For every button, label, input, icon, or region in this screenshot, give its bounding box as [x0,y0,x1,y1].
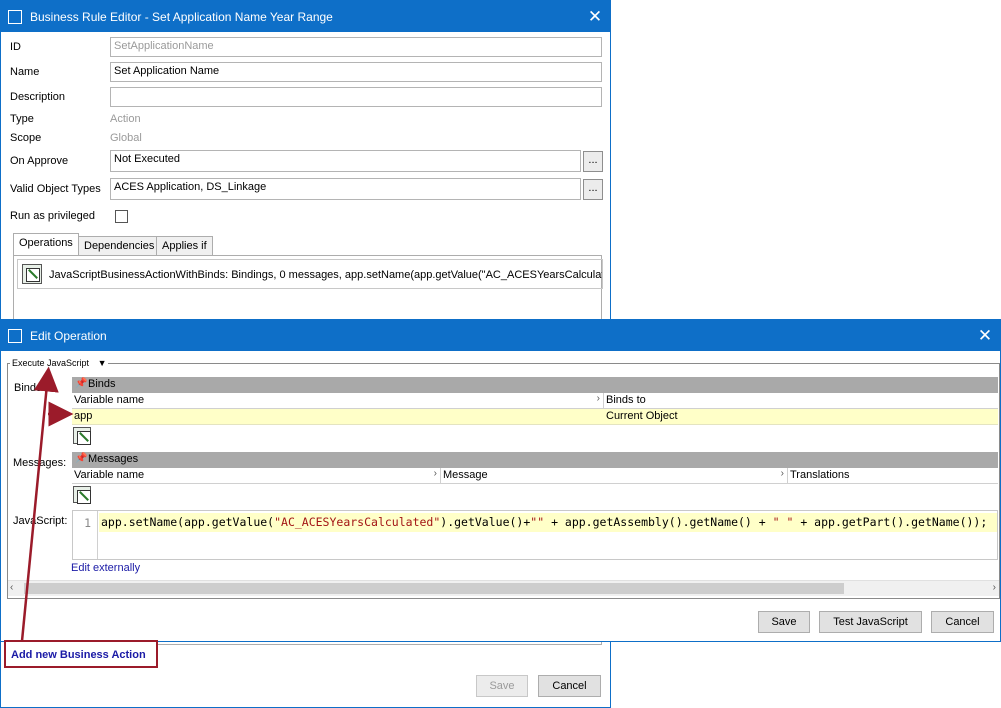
javascript-label: JavaScript: [13,515,68,527]
messages-col-message[interactable]: Message › [441,468,788,484]
chevron-right-icon: › [433,468,437,479]
name-field[interactable]: Set Application Name [110,62,602,82]
binds-col-variable[interactable]: Variable name › [72,393,604,409]
operation-list-item[interactable]: JavaScriptBusinessActionWithBinds: Bindi… [17,259,603,289]
code-string: "" [530,515,545,529]
line-number: 1 [84,516,91,530]
rule-save-button[interactable]: Save [476,675,528,697]
chevron-right-icon: › [596,393,600,404]
scroll-right-icon[interactable]: › [993,582,996,593]
scope-value: Global [110,132,142,144]
javascript-editor[interactable]: 1 app.setName(app.getValue("AC_ACESYears… [72,510,998,560]
operation-cancel-button[interactable]: Cancel [931,611,994,633]
pin-icon[interactable]: 📌 [75,453,87,464]
binds-grid-title: Binds [88,378,116,390]
tab-applies-if[interactable]: Applies if [156,236,213,257]
edit-operation-title: Edit Operation [30,328,107,343]
valid-types-label: Valid Object Types [10,183,101,195]
scope-label: Scope [10,132,42,144]
type-value: Action [110,113,141,125]
operation-type-value: Execute JavaScript [12,358,90,368]
privileged-label: Run as privileged [10,210,95,222]
code-text: ).getValue()+ [440,515,531,529]
rule-editor-title: Business Rule Editor - Set Application N… [30,9,333,24]
horizontal-scrollbar[interactable]: ‹ › [8,580,999,596]
tab-dependencies[interactable]: Dependencies [78,236,161,257]
column-label: Message [443,469,488,481]
binds-label: Binds: [14,382,45,394]
on-approve-field[interactable]: Not Executed [110,150,581,172]
chevron-right-icon: › [780,468,784,479]
column-label: Variable name [74,394,145,406]
javascript-action-icon [22,264,42,284]
add-business-action-link[interactable]: Add new Business Action [11,649,146,661]
column-label: Translations [790,469,850,481]
rule-editor-titlebar: Business Rule Editor - Set Application N… [1,1,610,32]
scroll-left-icon[interactable]: ‹ [10,582,13,593]
id-field: SetApplicationName [110,37,602,57]
operation-group-box: Execute JavaScript ▼ Binds: 📌 Binds Vari… [7,358,1000,599]
operation-type-dropdown[interactable]: Execute JavaScript ▼ [10,358,109,368]
description-field[interactable] [110,87,602,107]
name-label: Name [10,66,40,78]
column-label: Binds to [606,394,646,406]
binds-grid-header: 📌 Binds [72,377,998,393]
line-number-gutter: 1 [73,511,98,559]
code-line[interactable]: app.setName(app.getValue("AC_ACESYearsCa… [99,513,997,532]
messages-col-translations[interactable]: Translations [788,468,998,484]
messages-grid-title: Messages [88,453,139,465]
binds-row-variable[interactable]: app [72,409,604,425]
id-label: ID [10,41,21,53]
edit-operation-dialog: Edit Operation ✕ Execute JavaScript ▼ Bi… [0,319,1001,642]
code-text: + app.getPart().getName()); [793,515,988,529]
save-button-label: Save [771,616,797,628]
test-javascript-button[interactable]: Test JavaScript [819,611,922,633]
close-icon[interactable]: ✕ [970,321,1000,351]
messages-grid-header: 📌 Messages [72,452,998,468]
on-approve-label: On Approve [10,155,69,167]
operation-summary: JavaScriptBusinessActionWithBinds: Bindi… [49,269,603,281]
code-string: "AC_ACESYearsCalculated" [274,515,441,529]
messages-label: Messages: [13,457,67,469]
scrollbar-thumb[interactable] [24,583,844,594]
close-icon[interactable]: ✕ [580,2,610,32]
rule-cancel-button[interactable]: Cancel [538,675,601,697]
code-string: " " [772,515,794,529]
add-bind-icon[interactable] [73,427,91,445]
valid-types-field[interactable]: ACES Application, DS_Linkage [110,178,581,200]
code-text: app.setName(app.getValue( [101,515,275,529]
operation-save-button[interactable]: Save [758,611,810,633]
messages-col-variable[interactable]: Variable name › [72,468,441,484]
add-message-icon[interactable] [73,486,91,504]
description-label: Description [10,91,66,103]
on-approve-browse-button[interactable]: ... [583,151,603,172]
valid-types-browse-button[interactable]: ... [583,179,603,200]
dialog-icon [8,328,22,343]
chevron-down-icon: ▼ [97,358,107,368]
edit-externally-link[interactable]: Edit externally [71,562,140,574]
column-label: Variable name [74,469,145,481]
type-label: Type [10,113,34,125]
binds-col-binds-to[interactable]: Binds to [604,393,998,409]
code-text: + app.getAssembly().getName() + [544,515,773,529]
binds-row-binds-to[interactable]: Current Object [604,409,998,425]
window-icon [8,9,22,24]
tab-operations[interactable]: Operations [13,233,79,256]
edit-operation-titlebar: Edit Operation ✕ [1,320,1000,351]
privileged-checkbox[interactable] [115,210,128,223]
pin-icon[interactable]: 📌 [75,378,87,389]
